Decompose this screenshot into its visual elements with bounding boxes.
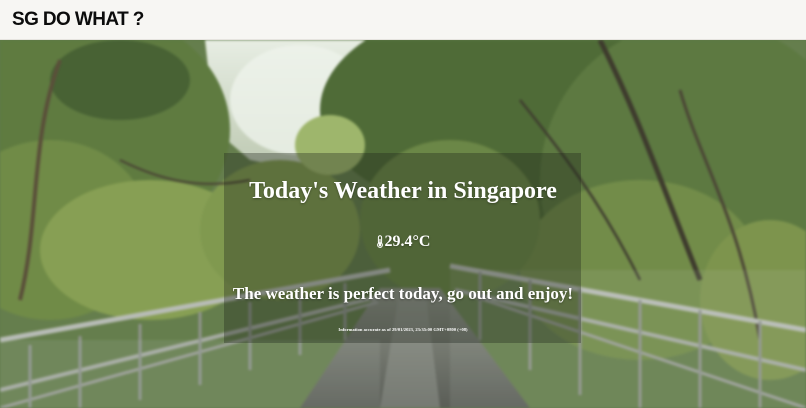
temperature-readout: 29.4°C [0, 233, 806, 253]
temperature-value: 29.4°C [384, 233, 431, 250]
weather-title: Today's Weather in Singapore [249, 178, 557, 204]
thermometer-icon [376, 235, 384, 253]
top-navbar: SG DO WHAT ? [0, 0, 806, 40]
brand-logo-text[interactable]: SG DO WHAT ? [12, 8, 144, 32]
hero-section [0, 40, 806, 408]
weather-message: The weather is perfect today, go out and… [232, 284, 574, 303]
accuracy-timestamp: Information accurate as of 29/01/2023, 2… [338, 327, 468, 332]
